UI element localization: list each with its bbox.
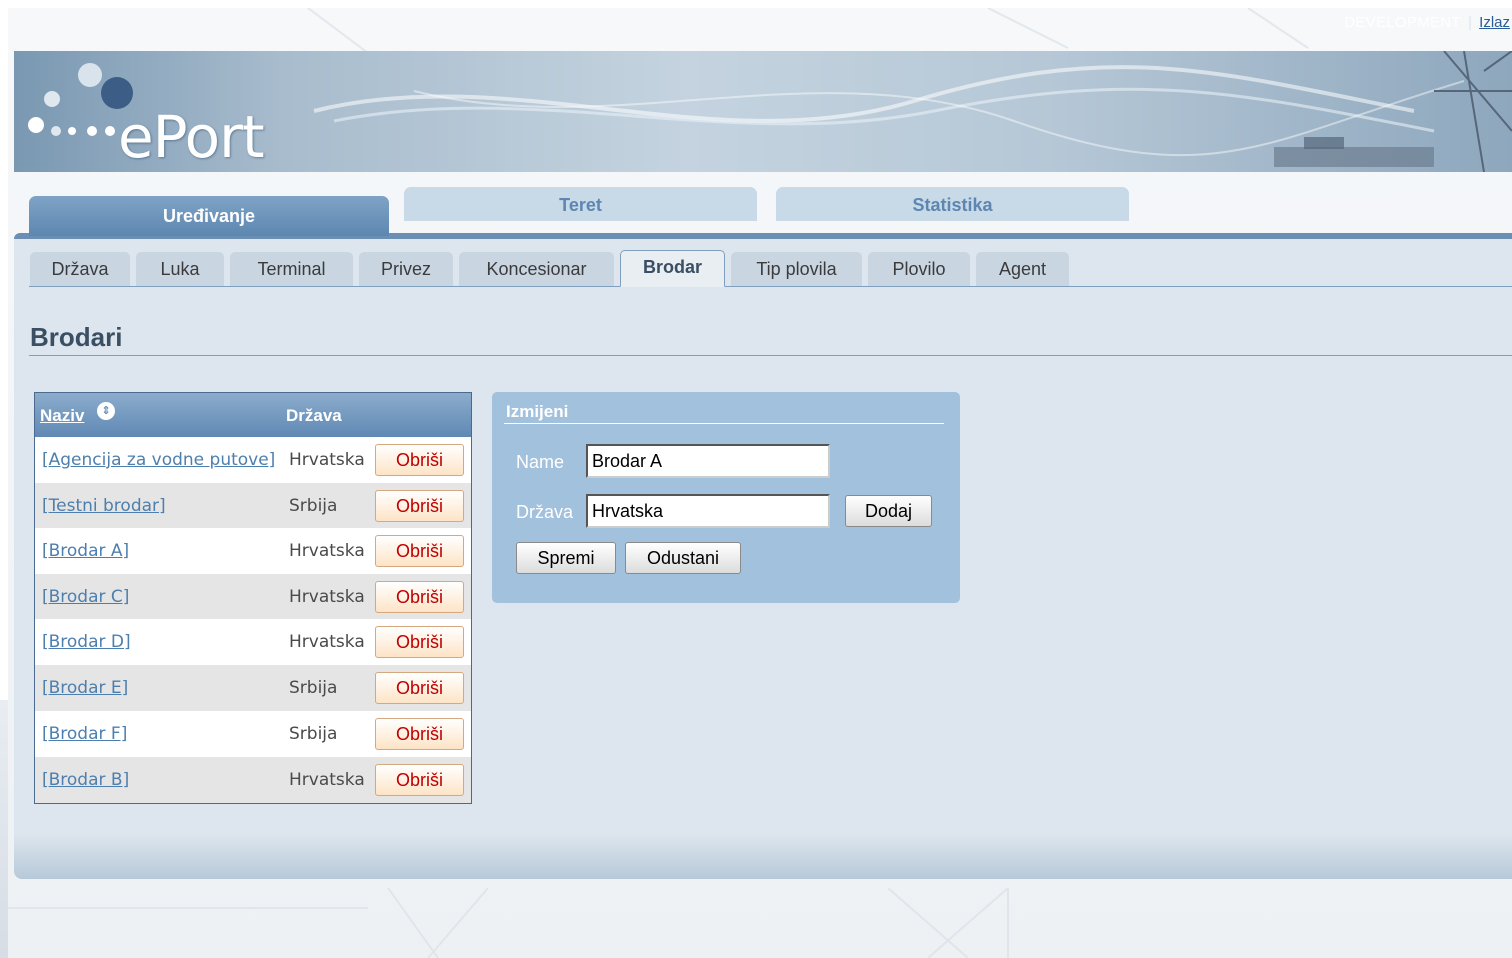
row-naziv-link[interactable]: [Agencija za vodne putove] xyxy=(42,450,275,470)
edit-panel-divider xyxy=(504,423,944,424)
subtab-agent[interactable]: Agent xyxy=(976,252,1069,286)
row-drzava: Srbija xyxy=(289,496,338,516)
subtab-brodar[interactable]: Brodar xyxy=(620,250,725,287)
top-bar: DEVELOPMENT | Izlaz xyxy=(1344,14,1510,31)
row-drzava: Srbija xyxy=(289,724,338,744)
subtab-luka[interactable]: Luka xyxy=(136,252,224,286)
edit-panel: Izmijeni Name Država Dodaj Spremi Odusta… xyxy=(492,392,960,603)
left-edge-shade xyxy=(0,700,8,958)
title-divider xyxy=(29,355,1512,356)
row-drzava: Hrvatska xyxy=(289,632,365,652)
logout-link[interactable]: Izlaz xyxy=(1479,14,1510,31)
table-row: [Brodar F] Srbija Obriši xyxy=(35,711,471,757)
logo-dot-medium xyxy=(44,91,60,107)
table-row: [Testni brodar] Srbija Obriši xyxy=(35,483,471,529)
drzava-input[interactable] xyxy=(586,494,830,528)
table-header: Naziv ⇕ Država xyxy=(35,393,471,437)
column-header-drzava: Država xyxy=(286,406,342,425)
tab-statistika[interactable]: Statistika xyxy=(776,187,1129,221)
topbar-separator: | xyxy=(1468,14,1472,31)
row-drzava: Hrvatska xyxy=(289,450,365,470)
subtab-tip-plovila[interactable]: Tip plovila xyxy=(731,252,862,286)
row-naziv-link[interactable]: [Brodar C] xyxy=(42,587,129,607)
table-row: [Brodar C] Hrvatska Obriši xyxy=(35,574,471,620)
content-footer xyxy=(14,833,1512,879)
delete-button[interactable]: Obriši xyxy=(375,718,464,750)
delete-button[interactable]: Obriši xyxy=(375,490,464,522)
row-naziv-link[interactable]: [Brodar D] xyxy=(42,632,131,652)
tab-uredivanje[interactable]: Uređivanje xyxy=(29,196,389,236)
row-naziv-link[interactable]: [Testni brodar] xyxy=(42,496,166,516)
tab-teret[interactable]: Teret xyxy=(404,187,757,221)
sub-tab-bar: Država Luka Terminal Privez Koncesionar … xyxy=(29,250,1512,287)
logo: ePort xyxy=(118,103,265,171)
column-header-naziv[interactable]: Naziv xyxy=(40,406,84,426)
table-row: [Brodar D] Hrvatska Obriši xyxy=(35,619,471,665)
sort-icon[interactable]: ⇕ xyxy=(97,402,115,420)
subtab-terminal[interactable]: Terminal xyxy=(230,252,353,286)
logo-dot-small xyxy=(28,117,44,133)
table-row: [Brodar B] Hrvatska Obriši xyxy=(35,757,471,803)
row-naziv-link[interactable]: [Brodar B] xyxy=(42,770,129,790)
row-drzava: Srbija xyxy=(289,678,338,698)
subtab-privez[interactable]: Privez xyxy=(359,252,453,286)
crane-graphic xyxy=(1434,51,1512,172)
delete-button[interactable]: Obriši xyxy=(375,444,464,476)
table-row: [Brodar E] Srbija Obriši xyxy=(35,665,471,711)
row-drzava: Hrvatska xyxy=(289,541,365,561)
row-naziv-link[interactable]: [Brodar F] xyxy=(42,724,127,744)
name-input[interactable] xyxy=(586,444,830,478)
subtab-drzava[interactable]: Država xyxy=(30,252,130,286)
table-row: [Agencija za vodne putove] Hrvatska Obri… xyxy=(35,437,471,483)
subtab-plovilo[interactable]: Plovilo xyxy=(868,252,970,286)
table-row: [Brodar A] Hrvatska Obriši xyxy=(35,528,471,574)
cancel-button[interactable]: Odustani xyxy=(625,542,741,574)
brodari-table: Naziv ⇕ Država [Agencija za vodne putove… xyxy=(34,392,472,804)
edit-panel-title: Izmijeni xyxy=(506,402,569,421)
row-drzava: Hrvatska xyxy=(289,770,365,790)
ship-graphic xyxy=(1274,147,1434,167)
add-button[interactable]: Dodaj xyxy=(845,495,932,527)
save-button[interactable]: Spremi xyxy=(516,542,616,574)
delete-button[interactable]: Obriši xyxy=(375,626,464,658)
name-label: Name xyxy=(516,452,565,472)
delete-button[interactable]: Obriši xyxy=(375,672,464,704)
delete-button[interactable]: Obriši xyxy=(375,764,464,796)
row-naziv-link[interactable]: [Brodar E] xyxy=(42,678,128,698)
row-naziv-link[interactable]: [Brodar A] xyxy=(42,541,129,561)
page-title: Brodari xyxy=(30,322,123,352)
subtab-koncesionar[interactable]: Koncesionar xyxy=(459,252,614,286)
delete-button[interactable]: Obriši xyxy=(375,535,464,567)
logo-dot-large-light xyxy=(78,63,102,87)
environment-label: DEVELOPMENT xyxy=(1344,14,1461,31)
delete-button[interactable]: Obriši xyxy=(375,581,464,613)
header-banner: ePort xyxy=(14,51,1512,172)
row-drzava: Hrvatska xyxy=(289,587,365,607)
drzava-label: Država xyxy=(516,502,574,522)
